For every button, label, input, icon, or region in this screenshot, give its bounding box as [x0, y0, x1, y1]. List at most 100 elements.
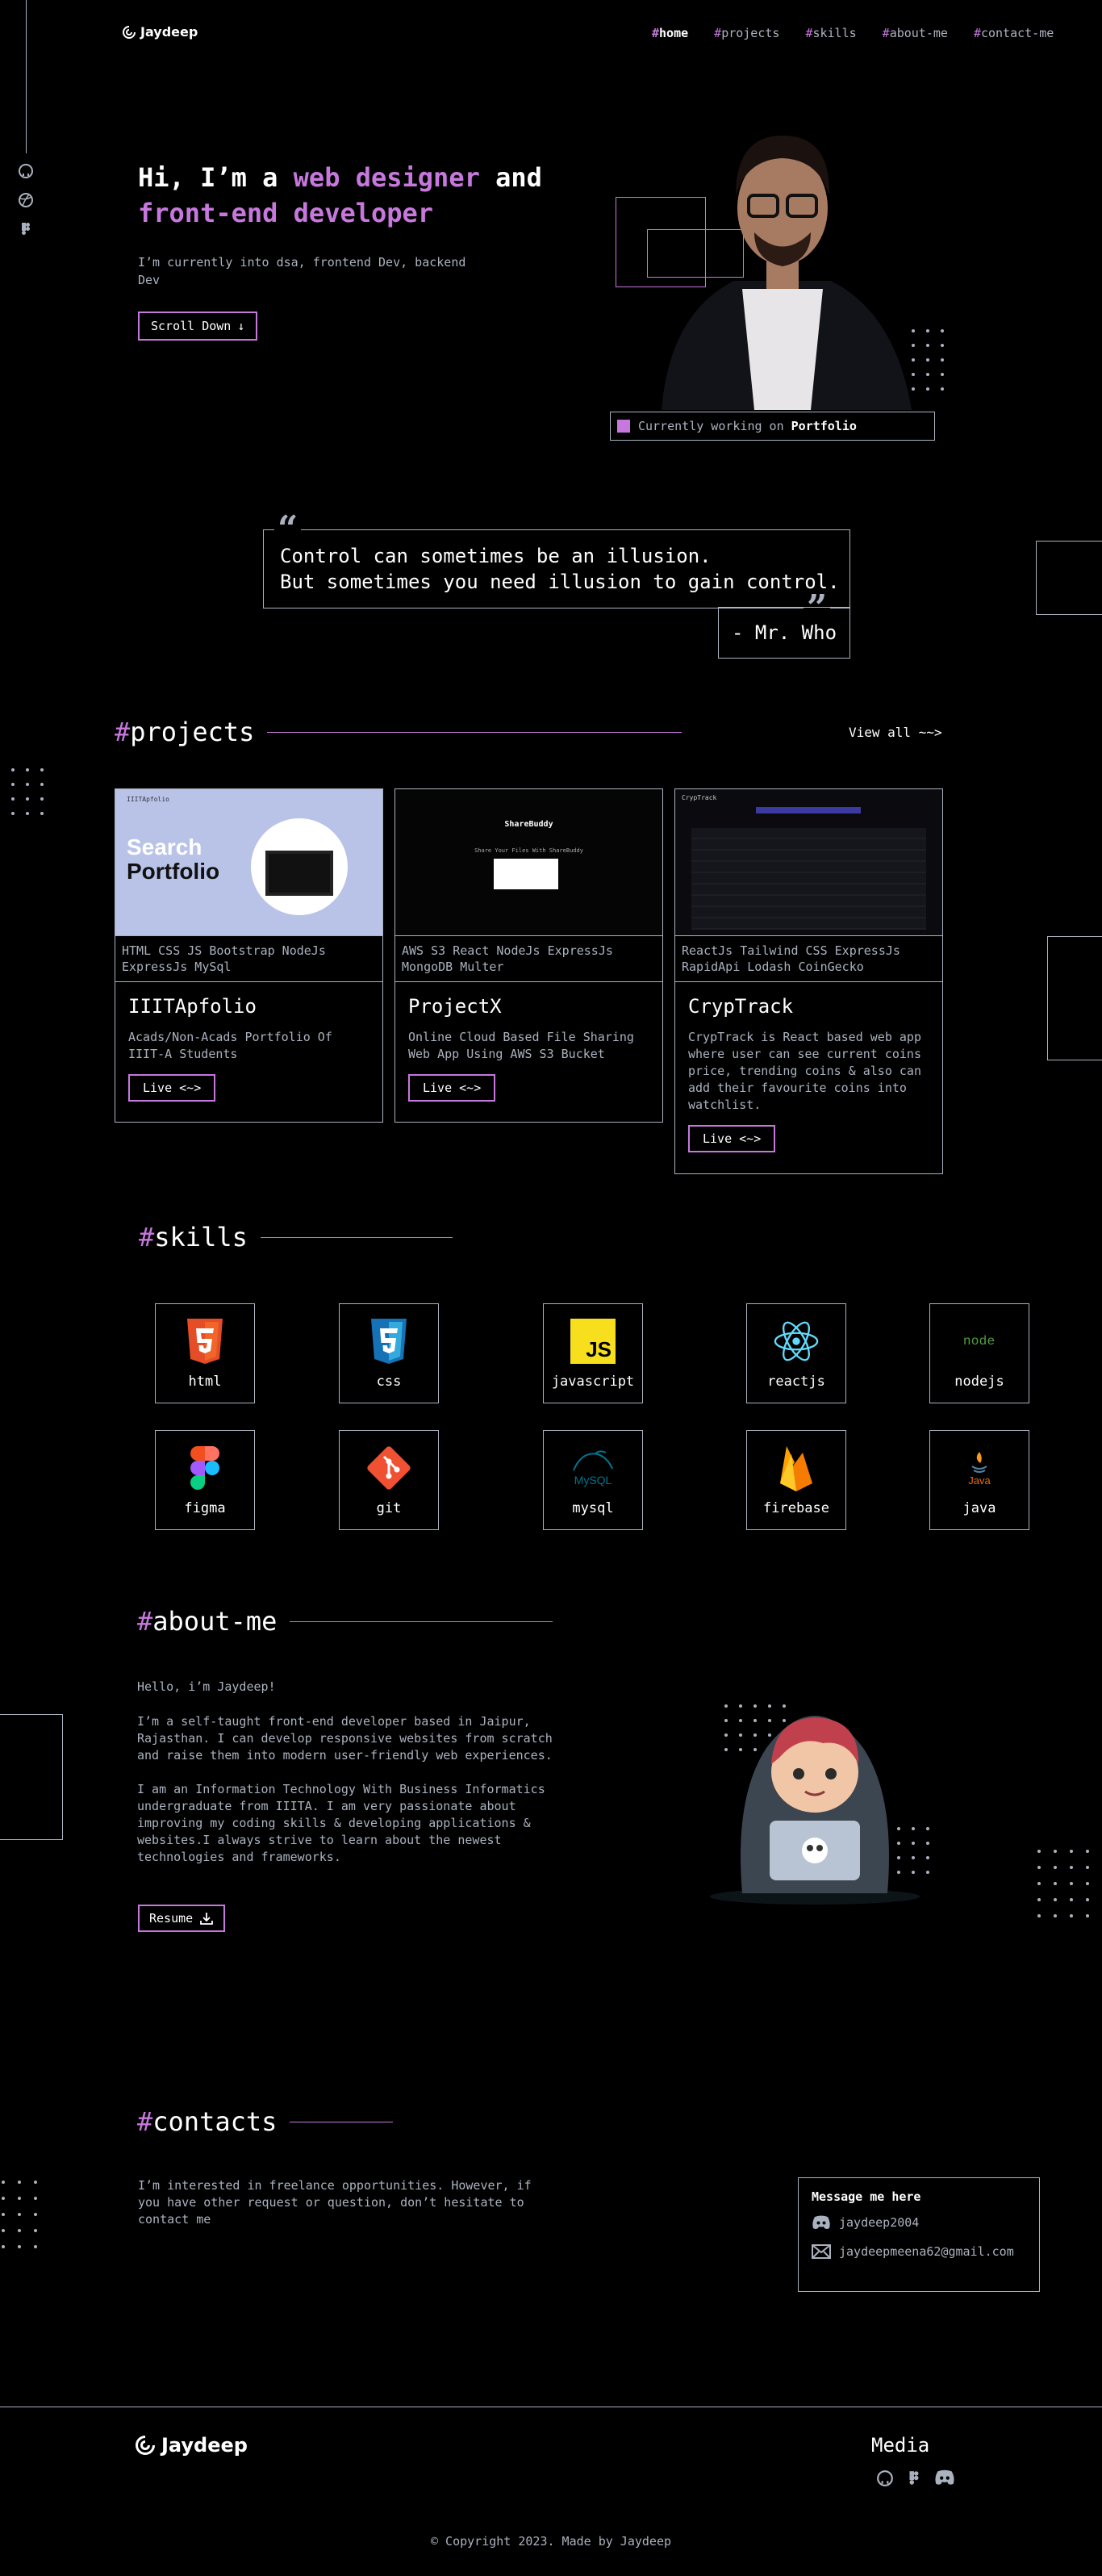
git-icon	[366, 1444, 411, 1492]
nav-label: about-me	[889, 26, 948, 40]
scroll-down-button[interactable]: Scroll Down ↓	[138, 312, 258, 341]
rail-line	[26, 0, 27, 153]
skill-mysql: MySQL mysql	[543, 1430, 643, 1530]
quote-author: - Mr. Who	[718, 607, 850, 659]
shot-monitor	[265, 851, 333, 896]
react-icon	[774, 1317, 819, 1365]
view-all-link[interactable]: View all ~~>	[849, 725, 942, 740]
status-text: Currently working on	[638, 419, 791, 433]
nav-hash: #	[882, 26, 890, 40]
developer-avatar	[710, 1716, 920, 1905]
footer-media-title: Media	[871, 2434, 930, 2457]
discord-icon[interactable]	[934, 2469, 955, 2490]
hero-text: and	[479, 162, 542, 193]
nav-hash: #	[973, 26, 981, 40]
github-icon[interactable]	[18, 163, 34, 179]
title-text: projects	[130, 717, 255, 747]
project-screenshot[interactable]: IIITApfolio Search Portfolio	[115, 789, 382, 936]
status-bar: Currently working on Portfolio	[610, 412, 935, 441]
shot-title: ShareBuddy	[504, 820, 553, 829]
hero-accent-line2: front-end developer	[138, 198, 434, 228]
skill-label: figma	[184, 1500, 226, 1516]
nav-home[interactable]: #home	[652, 26, 688, 40]
live-button[interactable]: Live <~>	[128, 1074, 216, 1102]
email-contact[interactable]: jaydeepmeena62@gmail.com	[812, 2244, 1026, 2259]
project-tech: HTML CSS JS Bootstrap NodeJs ExpressJs M…	[115, 936, 382, 982]
shot-title: Search	[127, 834, 202, 859]
title-hash: #	[137, 2106, 153, 2137]
shot-brand: IIITApfolio	[127, 796, 169, 803]
decor-rect-left	[0, 1714, 63, 1840]
contacts-title: #contacts	[137, 2106, 394, 2137]
nav-about-me[interactable]: #about-me	[883, 26, 948, 40]
email-address: jaydeepmeena62@gmail.com	[839, 2244, 1014, 2259]
figma-footer-icon[interactable]	[905, 2469, 923, 2490]
project-desc: Acads/Non-Acads Portfolio Of IIIT-A Stud…	[128, 1030, 332, 1061]
title-text: skills	[154, 1222, 248, 1252]
project-screenshot[interactable]: CrypTrack	[675, 789, 942, 936]
skill-label: java	[962, 1500, 996, 1516]
logo-icon	[123, 25, 136, 39]
skill-label: mysql	[572, 1500, 614, 1516]
javascript-icon: JS	[570, 1317, 616, 1365]
hero-portrait	[662, 136, 912, 410]
title-hash: #	[115, 717, 131, 747]
quote-line: But sometimes you need illusion to gain …	[280, 571, 840, 593]
main-nav: #home #projects #skills #about-me #conta…	[652, 26, 1054, 40]
decor-dots	[1037, 1850, 1089, 1917]
nav-hash: #	[652, 26, 660, 40]
nav-projects[interactable]: #projects	[714, 26, 779, 40]
github-icon[interactable]	[876, 2469, 894, 2490]
live-button[interactable]: Live <~>	[688, 1125, 776, 1152]
decor-rect-right	[1036, 541, 1102, 615]
download-icon	[200, 1913, 214, 1925]
title-text: contacts	[152, 2106, 278, 2137]
hero-heading: Hi, I’m a web designer and front-end dev…	[138, 160, 542, 231]
skill-javascript: JS javascript	[543, 1303, 643, 1403]
nav-contact-me[interactable]: #contact-me	[974, 26, 1054, 40]
java-icon: Java	[957, 1444, 1002, 1492]
skill-figma: figma	[155, 1430, 255, 1530]
nav-skills[interactable]: #skills	[805, 26, 856, 40]
live-button[interactable]: Live <~>	[408, 1074, 496, 1102]
skill-html: html	[155, 1303, 255, 1403]
java-icon-text: Java	[968, 1474, 991, 1487]
nodejs-icon-text: node	[963, 1334, 996, 1348]
project-name: CrypTrack	[688, 995, 794, 1018]
html5-icon	[182, 1317, 227, 1365]
header-logo[interactable]: Jaydeep	[123, 24, 198, 40]
email-icon	[812, 2244, 831, 2259]
quote-box: Control can sometimes be an illusion. Bu…	[263, 529, 850, 608]
title-hash: #	[139, 1222, 155, 1252]
decor-dots-left	[2, 2181, 37, 2248]
skill-label: firebase	[763, 1500, 829, 1516]
project-card: CrypTrack ReactJs Tailwind CSS ExpressJs…	[674, 788, 943, 1174]
footer-social	[876, 2469, 955, 2490]
decor-rect-right-2	[1047, 936, 1102, 1060]
resume-button[interactable]: Resume	[138, 1905, 226, 1932]
mysql-icon-text: MySQL	[574, 1474, 612, 1487]
decor-dots	[897, 1827, 929, 1874]
skill-label: git	[376, 1500, 402, 1516]
discord-handle: jaydeep2004	[839, 2215, 920, 2230]
skills-title: #skills	[139, 1222, 453, 1252]
skill-label: reactjs	[767, 1374, 825, 1390]
mysql-icon: MySQL	[570, 1444, 616, 1492]
decor-dots-left	[11, 768, 44, 815]
skill-css: css	[339, 1303, 439, 1403]
project-card: IIITApfolio Search Portfolio HTML CSS JS…	[115, 788, 383, 1123]
discord-contact[interactable]: jaydeep2004	[812, 2215, 1026, 2230]
figma-rail-icon[interactable]	[18, 221, 34, 237]
logo-icon	[136, 2436, 155, 2455]
project-card: ShareBuddy Share Your Files With ShareBu…	[394, 788, 663, 1123]
firebase-icon	[774, 1444, 819, 1492]
project-screenshot[interactable]: ShareBuddy Share Your Files With ShareBu…	[395, 789, 662, 936]
title-line	[290, 1620, 553, 1622]
shot-title: CrypTrack	[682, 794, 717, 801]
skill-git: git	[339, 1430, 439, 1530]
discord-icon	[812, 2215, 830, 2229]
shot-subtitle: Share Your Files With ShareBuddy	[474, 847, 583, 854]
footer-logo[interactable]: Jaydeep	[136, 2434, 248, 2457]
css3-icon	[366, 1317, 411, 1365]
dribbble-icon[interactable]	[18, 192, 34, 208]
